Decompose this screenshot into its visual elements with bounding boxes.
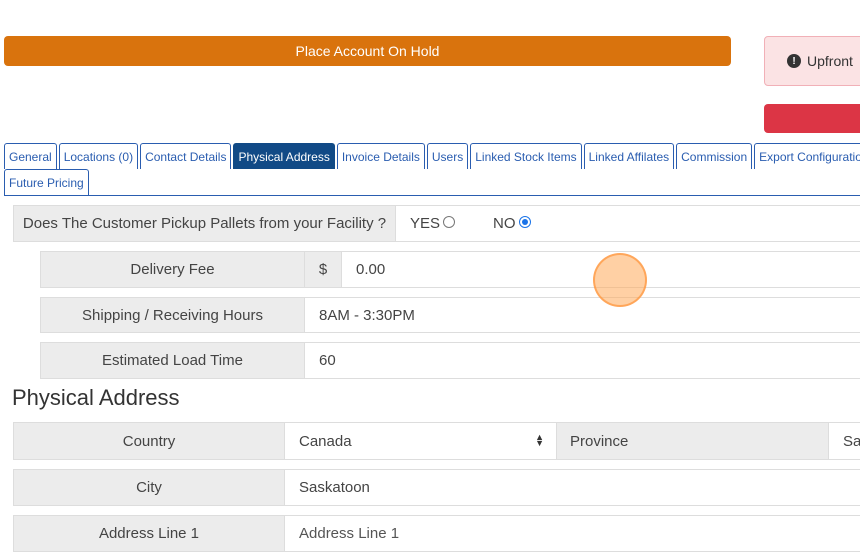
cursor-highlight <box>593 253 647 307</box>
tab-divider <box>4 195 860 196</box>
city-label: City <box>13 469 285 506</box>
select-sort-icon: ▲ ▼ <box>535 432 544 448</box>
address-line-1-input[interactable]: Address Line 1 <box>284 515 860 552</box>
tab-contact-details[interactable]: Contact Details <box>140 143 232 169</box>
tab-bar-row-1: General Locations (0) Contact Details Ph… <box>4 143 860 169</box>
tab-linked-stock-items[interactable]: Linked Stock Items <box>470 143 582 169</box>
tab-physical-address[interactable]: Physical Address <box>233 143 335 169</box>
pickup-yes-radio[interactable] <box>443 215 456 228</box>
pickup-yes-label: YES <box>410 215 441 232</box>
province-input[interactable]: Sa <box>828 422 860 460</box>
pickup-no-radio[interactable] <box>518 215 531 228</box>
country-selected-value: Canada <box>299 432 352 450</box>
tab-locations[interactable]: Locations (0) <box>58 143 139 169</box>
tab-bar-row-2: Future Pricing <box>4 169 860 195</box>
exclamation-circle-icon: ! <box>787 54 801 68</box>
tab-general[interactable]: General <box>4 143 57 169</box>
currency-addon: $ <box>304 251 342 288</box>
shipping-hours-input[interactable]: 8AM - 3:30PM <box>304 297 860 333</box>
upfront-alert: ! Upfront <box>764 36 860 86</box>
address-line-1-label: Address Line 1 <box>13 515 285 552</box>
tab-invoice-details[interactable]: Invoice Details <box>336 143 425 169</box>
city-input[interactable]: Saskatoon <box>284 469 860 506</box>
physical-address-heading: Physical Address <box>12 385 180 410</box>
upfront-alert-text: Upfront <box>807 53 853 69</box>
country-label: Country <box>13 422 285 460</box>
shipping-hours-label: Shipping / Receiving Hours <box>40 297 305 333</box>
estimated-load-time-input[interactable]: 60 <box>304 342 860 379</box>
estimated-load-time-label: Estimated Load Time <box>40 342 305 379</box>
pickup-radio-group: YES NO <box>395 205 860 242</box>
tab-export-configuration[interactable]: Export Configuration <box>754 143 860 169</box>
place-account-on-hold-button[interactable]: Place Account On Hold <box>4 36 731 66</box>
pickup-question-label: Does The Customer Pickup Pallets from yo… <box>13 205 396 242</box>
country-select[interactable]: Canada ▲ ▼ <box>284 422 557 460</box>
tab-linked-affilates[interactable]: Linked Affilates <box>583 143 675 169</box>
tab-commission[interactable]: Commission <box>676 143 753 169</box>
pickup-no-label: NO <box>493 215 516 232</box>
delivery-fee-label: Delivery Fee <box>40 251 305 288</box>
tab-users[interactable]: Users <box>426 143 469 169</box>
province-label: Province <box>556 422 829 460</box>
danger-button[interactable] <box>764 104 860 133</box>
tab-future-pricing[interactable]: Future Pricing <box>4 169 89 195</box>
